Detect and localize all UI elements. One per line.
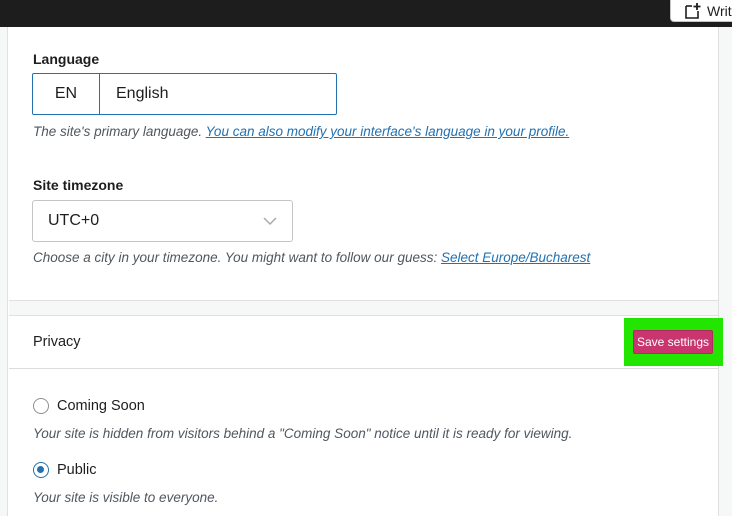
public-label[interactable]: Public	[57, 462, 97, 478]
coming-soon-label[interactable]: Coming Soon	[57, 398, 145, 414]
language-label: Language	[33, 51, 100, 67]
privacy-header	[9, 316, 718, 369]
timezone-value: UTC+0	[48, 212, 100, 229]
timezone-guess-link[interactable]: Select Europe/Bucharest	[441, 250, 590, 265]
left-gutter	[0, 27, 8, 516]
public-description: Your site is visible to everyone.	[33, 490, 219, 505]
save-settings-button[interactable]: Save settings	[633, 330, 713, 354]
chevron-down-icon	[263, 217, 277, 226]
coming-soon-description: Your site is hidden from visitors behind…	[33, 426, 573, 441]
new-post-icon	[685, 2, 701, 19]
write-button-label: Writ	[707, 2, 732, 19]
write-button[interactable]: Writ	[670, 0, 732, 22]
coming-soon-radio[interactable]	[33, 398, 49, 414]
timezone-help: Choose a city in your timezone. You migh…	[33, 250, 590, 265]
language-code: EN	[33, 74, 100, 114]
language-help: The site's primary language. You can als…	[33, 124, 569, 139]
timezone-label: Site timezone	[33, 177, 124, 193]
timezone-select[interactable]: UTC+0	[32, 200, 293, 242]
language-picker[interactable]: EN English	[32, 73, 337, 115]
top-bar	[0, 0, 732, 27]
right-gutter	[718, 27, 732, 516]
language-help-text: The site's primary language.	[33, 124, 206, 139]
profile-language-link[interactable]: You can also modify your interface's lan…	[206, 124, 570, 139]
language-name: English	[116, 85, 169, 102]
privacy-title: Privacy	[33, 334, 81, 350]
section-divider	[9, 300, 718, 316]
timezone-help-text: Choose a city in your timezone. You migh…	[33, 250, 441, 265]
public-radio[interactable]	[33, 462, 49, 478]
